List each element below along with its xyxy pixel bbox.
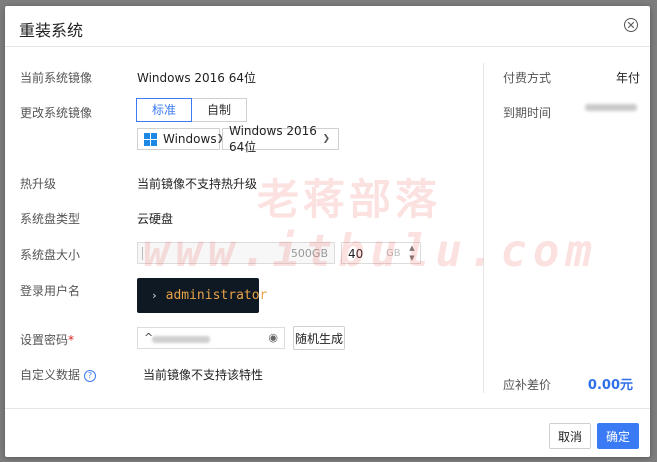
disk-size-unit: GB	[386, 248, 401, 259]
windows-logo-icon	[144, 132, 157, 146]
random-generate-button[interactable]: 随机生成	[293, 326, 345, 350]
column-divider	[483, 63, 484, 393]
required-mark: *	[68, 333, 75, 347]
os-select-value: Windows	[163, 132, 217, 146]
footer-divider	[5, 408, 650, 409]
dialog-title: 重装系统	[19, 21, 84, 40]
tab-standard[interactable]: 标准	[136, 98, 192, 122]
disk-size-value: 40	[348, 247, 364, 261]
password-label: 设置密码*	[20, 333, 75, 347]
change-image-label: 更改系统镜像	[20, 106, 93, 120]
version-select-value: Windows 2016 64位	[229, 123, 317, 154]
chevron-right-icon: ›	[151, 289, 158, 302]
diff-amount: 0.00元	[587, 378, 633, 393]
pay-method-label: 付费方式	[503, 71, 552, 85]
login-user-console: › administrator	[137, 278, 267, 313]
diff-label: 应补差价	[503, 378, 552, 392]
tab-custom[interactable]: 自制	[191, 98, 247, 122]
disk-type-value: 云硬盘	[137, 212, 174, 226]
help-icon[interactable]: ?	[84, 370, 97, 382]
pay-method-value: 年付	[616, 71, 641, 85]
custom-data-label: 自定义数据?	[20, 366, 97, 383]
version-select[interactable]: Windows 2016 64位 ❯	[222, 124, 339, 154]
slider-handle[interactable]	[142, 247, 143, 260]
header-divider	[5, 46, 650, 47]
chevron-down-icon: ❯	[322, 134, 330, 144]
password-input[interactable]: ^ ◉	[137, 327, 285, 349]
eye-icon[interactable]: ◉	[268, 331, 278, 344]
hot-upgrade-value: 当前镜像不支持热升级	[137, 177, 258, 191]
confirm-button[interactable]: 确定	[597, 423, 639, 449]
disk-size-label: 系统盘大小	[20, 248, 81, 262]
custom-data-value: 当前镜像不支持该特性	[143, 368, 264, 382]
current-image-label: 当前系统镜像	[20, 71, 93, 85]
disk-type-label: 系统盘类型	[20, 212, 81, 226]
cancel-button[interactable]: 取消	[549, 423, 591, 449]
os-select[interactable]: Windows ❯	[137, 128, 224, 150]
image-source-tabs: 标准 自制	[136, 98, 247, 122]
disk-size-input[interactable]: 40 GB ▲ ▼	[341, 242, 421, 264]
login-user-value: administrator	[165, 288, 268, 303]
close-icon[interactable]: ✕	[624, 18, 638, 32]
reinstall-dialog: 重装系统 ✕ 当前系统镜像 Windows 2016 64位 更改系统镜像 标准…	[5, 6, 650, 457]
stepper-icon[interactable]: ▲ ▼	[406, 243, 418, 263]
expire-date-masked	[585, 104, 637, 111]
current-image-value: Windows 2016 64位	[137, 71, 257, 85]
watermark-title: 老蒋部落	[257, 175, 442, 224]
login-user-label: 登录用户名	[20, 284, 81, 298]
disk-size-slider[interactable]: 500GB	[137, 242, 335, 264]
hot-upgrade-label: 热升级	[20, 177, 57, 191]
password-masked	[152, 336, 210, 343]
expire-label: 到期时间	[503, 106, 552, 120]
disk-max-label: 500GB	[290, 247, 328, 260]
